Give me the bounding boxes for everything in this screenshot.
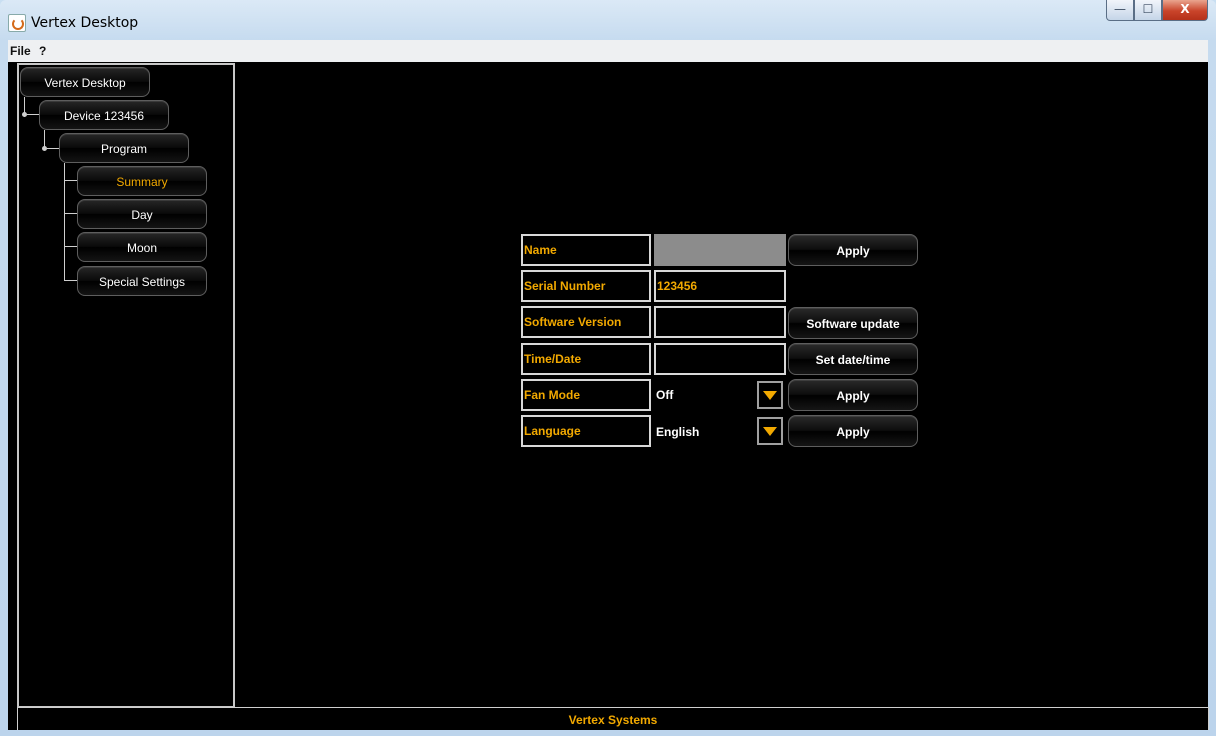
navigation-tree: Vertex Desktop Device 123456 Program Sum…	[17, 63, 235, 708]
serial-number-label: Serial Number	[521, 270, 651, 302]
tree-connector	[64, 280, 77, 281]
set-date-time-button[interactable]: Set date/time	[788, 343, 918, 375]
status-bar: Vertex Systems	[17, 707, 1209, 730]
tree-node-program[interactable]: Program	[59, 133, 189, 163]
tree-node-day[interactable]: Day	[77, 199, 207, 229]
menu-file[interactable]: File	[10, 44, 31, 58]
close-button[interactable]: X	[1162, 0, 1208, 21]
tree-node-device[interactable]: Device 123456	[39, 100, 169, 130]
language-label: Language	[521, 415, 651, 447]
tree-connector	[27, 114, 39, 115]
tree-connector	[64, 180, 77, 181]
tree-node-special-settings[interactable]: Special Settings	[77, 266, 207, 296]
title-bar[interactable]: Vertex Desktop — ☐ X	[0, 0, 1216, 40]
main-content: Vertex Desktop Device 123456 Program Sum…	[8, 62, 1209, 730]
name-field[interactable]	[654, 234, 786, 266]
time-date-field	[654, 343, 786, 375]
apply-language-button[interactable]: Apply	[788, 415, 918, 447]
software-update-button[interactable]: Software update	[788, 307, 918, 339]
language-dropdown-arrow-icon[interactable]	[757, 417, 783, 445]
apply-name-button[interactable]: Apply	[788, 234, 918, 266]
java-app-icon	[8, 14, 26, 32]
tree-node-vertex-desktop[interactable]: Vertex Desktop	[20, 67, 150, 97]
fan-mode-select[interactable]: Off	[656, 388, 673, 402]
fan-mode-dropdown-arrow-icon[interactable]	[757, 381, 783, 409]
menu-bar: File ?	[8, 40, 1208, 63]
apply-fan-mode-button[interactable]: Apply	[788, 379, 918, 411]
language-select[interactable]: English	[656, 425, 699, 439]
time-date-label: Time/Date	[521, 343, 651, 375]
fan-mode-label: Fan Mode	[521, 379, 651, 411]
software-version-label: Software Version	[521, 306, 651, 338]
menu-help[interactable]: ?	[39, 44, 46, 58]
tree-node-summary[interactable]: Summary	[77, 166, 207, 196]
tree-node-moon[interactable]: Moon	[77, 232, 207, 262]
tree-connector	[64, 213, 77, 214]
app-window: Vertex Desktop — ☐ X File ? Vertex Deskt…	[0, 0, 1216, 736]
name-label: Name	[521, 234, 651, 266]
window-controls: — ☐ X	[1106, 0, 1208, 22]
serial-number-field: 123456	[654, 270, 786, 302]
software-version-field	[654, 306, 786, 338]
tree-connector	[47, 148, 59, 149]
minimize-button[interactable]: —	[1106, 0, 1134, 21]
maximize-button[interactable]: ☐	[1134, 0, 1162, 21]
tree-connector	[64, 246, 77, 247]
window-title: Vertex Desktop	[31, 15, 139, 31]
